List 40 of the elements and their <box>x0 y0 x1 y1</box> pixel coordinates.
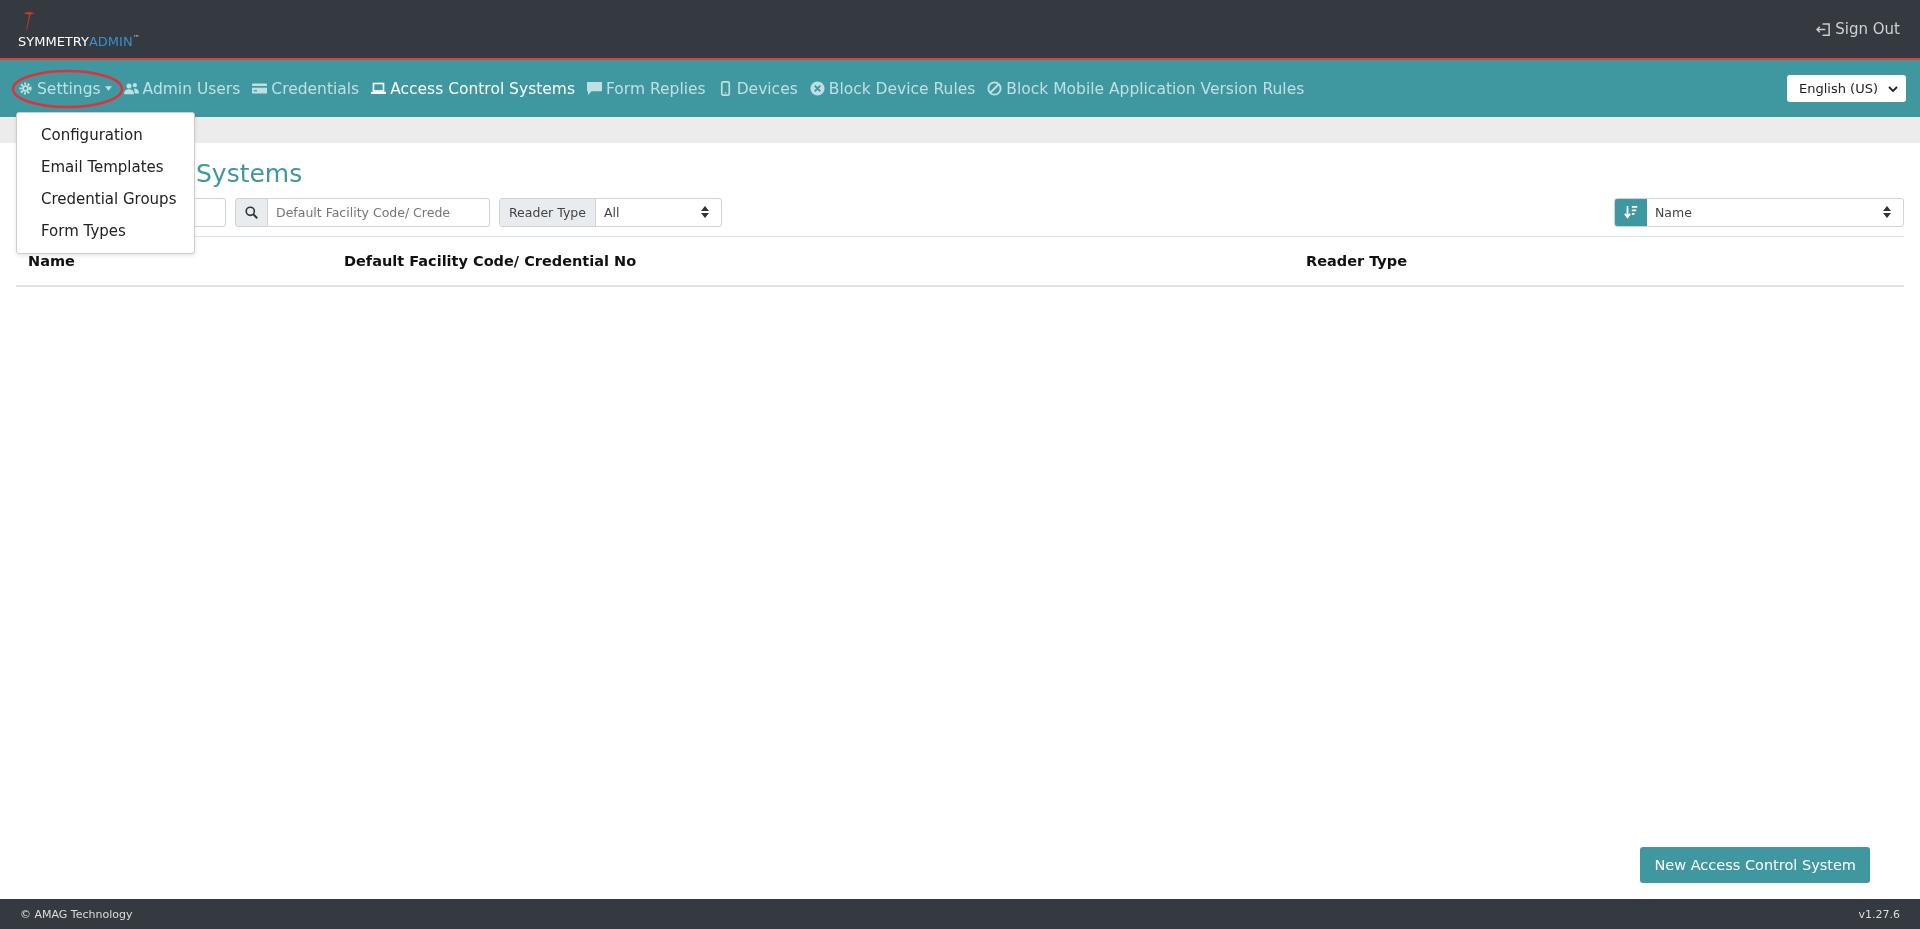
sort-select[interactable]: Name <box>1614 197 1904 227</box>
sort-arrows-icon <box>1883 206 1891 218</box>
nav-tab[interactable]: Access Control Systems <box>371 79 575 98</box>
menu-item[interactable]: Configuration <box>17 119 194 151</box>
nav-tab[interactable]: Credentials <box>252 79 360 98</box>
facility-search-field[interactable]: Default Facility Code/ Crede <box>268 197 490 227</box>
card-icon <box>252 81 268 96</box>
language-select[interactable]: English (US) <box>1787 75 1906 102</box>
nav-tab[interactable]: Devices <box>717 79 798 98</box>
nav-tab[interactable]: Block Mobile Application Version Rules <box>987 79 1305 98</box>
new-access-control-system-button[interactable]: New Access Control System <box>1640 847 1870 883</box>
chevron-down-icon <box>1888 85 1898 92</box>
copyright-text: © AMAG Technology <box>20 907 133 921</box>
logo-text-accent: ADMIN <box>88 33 133 49</box>
gear-icon <box>18 81 33 96</box>
chat-icon <box>587 81 602 96</box>
version-text: v1.27.6 <box>1858 907 1900 921</box>
logo-text: SYMMETRY <box>18 33 89 49</box>
column-header: Default Facility Code/ Credential No <box>344 253 638 269</box>
menu-item[interactable]: Credential Groups <box>17 183 194 215</box>
nav-tab[interactable]: Admin Users <box>123 79 241 98</box>
menu-item[interactable]: Form Types <box>17 215 194 247</box>
reader-type-select[interactable]: Reader Type All <box>499 197 722 227</box>
page-title: Systems <box>196 159 304 188</box>
caret-icon <box>104 86 112 91</box>
x-circle-icon <box>809 81 825 96</box>
sign-out-link[interactable]: Sign Out <box>1816 20 1900 38</box>
ban-icon <box>987 81 1003 96</box>
nav-tab[interactable]: Form Replies <box>587 79 706 98</box>
nav-tab[interactable]: Block Device Rules <box>809 79 976 98</box>
column-header: Reader Type <box>1306 253 1408 269</box>
sign-out-icon <box>1816 21 1832 37</box>
logo-icon <box>22 9 36 32</box>
sort-icon <box>1624 205 1638 219</box>
laptop-icon <box>371 81 387 96</box>
menu-item[interactable]: Email Templates <box>17 151 194 183</box>
users-icon <box>123 81 139 96</box>
sort-arrows-icon <box>701 206 709 218</box>
search-icon <box>245 205 258 219</box>
column-header: Name <box>27 253 76 269</box>
